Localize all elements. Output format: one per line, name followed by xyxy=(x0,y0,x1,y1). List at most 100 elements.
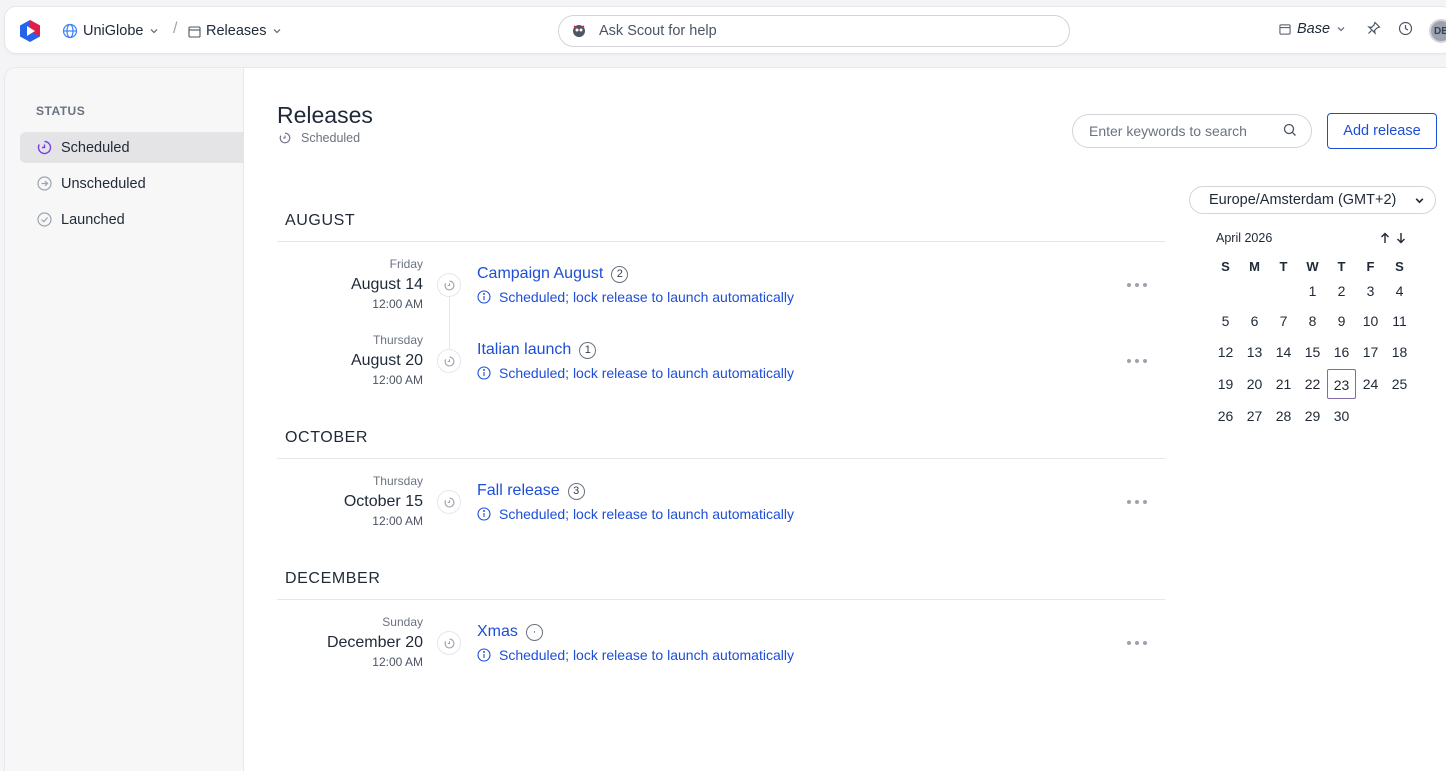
section-name: Releases xyxy=(206,23,267,39)
month-divider xyxy=(277,458,1165,459)
release-status-note: Scheduled; lock release to launch automa… xyxy=(477,365,794,381)
scheduled-icon xyxy=(279,132,291,144)
avatar[interactable]: DE xyxy=(1429,19,1446,43)
calendar-day[interactable]: 22 xyxy=(1298,369,1327,399)
calendar-icon xyxy=(1279,23,1291,35)
calendar-day[interactable]: 17 xyxy=(1356,337,1385,367)
app-logo-icon[interactable] xyxy=(19,19,41,43)
calendar-day[interactable]: 11 xyxy=(1385,306,1414,336)
search-input[interactable] xyxy=(1072,114,1312,148)
weekday-label: S xyxy=(1395,259,1404,274)
page-subtitle-label: Scheduled xyxy=(301,131,361,145)
calendar-day[interactable]: 25 xyxy=(1385,369,1414,399)
breadcrumb-separator: / xyxy=(173,20,178,37)
release-time: 12:00 AM xyxy=(372,655,423,669)
calendar-day xyxy=(1385,401,1414,431)
more-options-icon[interactable] xyxy=(1127,356,1147,366)
release-date: August 14 xyxy=(350,276,423,293)
calendar-day[interactable]: 21 xyxy=(1269,369,1298,399)
sidebar-item-label: Unscheduled xyxy=(61,175,146,192)
calendar-day[interactable]: 13 xyxy=(1240,337,1269,367)
sidebar-item-unscheduled[interactable]: Unscheduled xyxy=(20,168,244,199)
calendar-day[interactable]: 18 xyxy=(1385,337,1414,367)
base-label: Base xyxy=(1297,21,1331,37)
scout-help-input[interactable]: Ask Scout for help xyxy=(558,15,1070,47)
base-switcher[interactable]: Base xyxy=(1279,21,1346,37)
calendar-day[interactable]: 20 xyxy=(1240,369,1269,399)
timezone-select[interactable]: Europe/Amsterdam (GMT+2) xyxy=(1189,186,1436,214)
release-item: Campaign August 2 xyxy=(477,265,629,283)
globe-icon xyxy=(62,23,78,39)
arrow-up-icon[interactable] xyxy=(1379,232,1391,244)
section-switcher[interactable]: Releases xyxy=(188,21,282,41)
release-item: Xmas · xyxy=(477,623,543,641)
add-release-button[interactable]: Add release xyxy=(1327,113,1437,149)
calendar-day[interactable]: 26 xyxy=(1211,401,1240,431)
sidebar-item-launched[interactable]: Launched xyxy=(20,204,244,235)
calendar-day[interactable]: 9 xyxy=(1327,306,1356,336)
release-time: 12:00 AM xyxy=(372,514,423,528)
calendar-day[interactable]: 24 xyxy=(1356,369,1385,399)
calendar-day[interactable]: 16 xyxy=(1327,337,1356,367)
release-count-badge: 3 xyxy=(567,482,585,500)
workspace-name: UniGlobe xyxy=(83,23,144,39)
release-name-link[interactable]: Fall release xyxy=(477,482,560,500)
top-bar: UniGlobe / Releases Ask Scout for help B… xyxy=(4,6,1446,54)
weekday-label: M xyxy=(1249,259,1260,274)
weekday-label: F xyxy=(1366,259,1375,274)
search-icon[interactable] xyxy=(1283,123,1297,137)
release-status-dot xyxy=(437,631,461,655)
timezone-label: Europe/Amsterdam (GMT+2) xyxy=(1209,192,1397,208)
more-options-icon[interactable] xyxy=(1127,280,1147,290)
calendar-week-row: 19 20 21 22 23 24 25 xyxy=(1211,369,1414,399)
arrow-down-icon[interactable] xyxy=(1395,232,1407,244)
calendar-day[interactable]: 1 xyxy=(1298,276,1327,306)
calendar-day[interactable]: 14 xyxy=(1269,337,1298,367)
calendar-day[interactable]: 30 xyxy=(1327,401,1356,431)
calendar-day[interactable]: 4 xyxy=(1385,276,1414,306)
sidebar-item-scheduled[interactable]: Scheduled xyxy=(20,132,244,163)
calendar-day[interactable]: 2 xyxy=(1327,276,1356,306)
pin-icon[interactable] xyxy=(1367,21,1381,35)
sidebar-item-label: Scheduled xyxy=(61,139,130,156)
calendar-day[interactable]: 12 xyxy=(1211,337,1240,367)
release-count-badge: · xyxy=(525,623,543,641)
calendar-day xyxy=(1356,401,1385,431)
release-count-badge: 1 xyxy=(579,341,597,359)
check-circle-icon xyxy=(37,212,52,227)
release-time: 12:00 AM xyxy=(372,373,423,387)
chevron-down-icon xyxy=(272,26,282,36)
month-divider xyxy=(277,599,1165,600)
chevron-down-icon xyxy=(1414,195,1425,206)
calendar-day[interactable]: 19 xyxy=(1211,369,1240,399)
more-options-icon[interactable] xyxy=(1127,638,1147,648)
release-name-link[interactable]: Campaign August xyxy=(477,265,603,283)
weekday-label: T xyxy=(1279,259,1288,274)
release-weekday: Friday xyxy=(389,257,423,271)
calendar-day[interactable]: 28 xyxy=(1269,401,1298,431)
calendar-day-today[interactable]: 23 xyxy=(1327,369,1356,399)
calendar-day[interactable]: 5 xyxy=(1211,306,1240,336)
page-subtitle: Scheduled xyxy=(279,131,360,145)
history-icon[interactable] xyxy=(1398,21,1413,36)
calendar-day[interactable]: 15 xyxy=(1298,337,1327,367)
workspace-switcher[interactable]: UniGlobe xyxy=(62,21,159,41)
calendar-day[interactable]: 10 xyxy=(1356,306,1385,336)
more-options-icon[interactable] xyxy=(1127,497,1147,507)
calendar-day[interactable]: 8 xyxy=(1298,306,1327,336)
calendar-day xyxy=(1240,276,1269,306)
calendar-day[interactable]: 29 xyxy=(1298,401,1327,431)
calendar-weekday-header: S M T W T F S xyxy=(1211,259,1414,274)
calendar-day xyxy=(1269,276,1298,306)
calendar-day[interactable]: 6 xyxy=(1240,306,1269,336)
calendar-day[interactable]: 3 xyxy=(1356,276,1385,306)
release-date: December 20 xyxy=(326,634,423,651)
chevron-down-icon xyxy=(149,26,159,36)
calendar-week-row: 1 2 3 4 xyxy=(1211,276,1414,306)
calendar-day[interactable]: 7 xyxy=(1269,306,1298,336)
page-title: Releases xyxy=(277,102,373,128)
release-name-link[interactable]: Xmas xyxy=(477,623,518,641)
release-name-link[interactable]: Italian launch xyxy=(477,341,571,359)
weekday-label: T xyxy=(1337,259,1346,274)
calendar-day[interactable]: 27 xyxy=(1240,401,1269,431)
